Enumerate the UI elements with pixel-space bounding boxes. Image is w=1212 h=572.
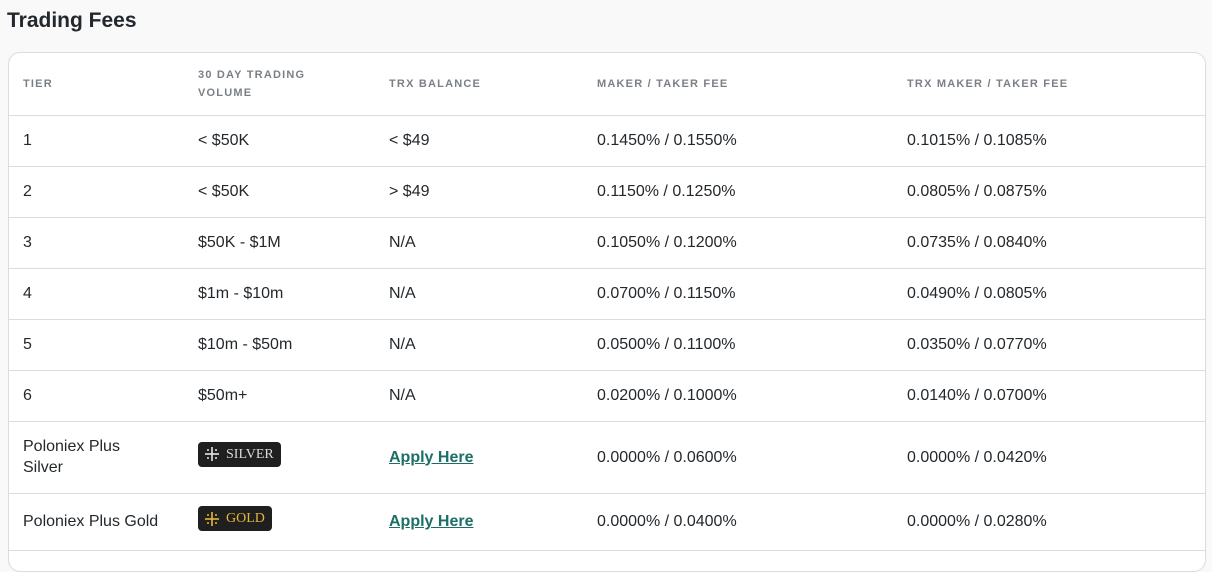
cell-trx-balance: N/A (375, 370, 583, 422)
tier-silver-label: Poloniex Plus Silver (23, 438, 120, 476)
cell-tier: 3 (9, 217, 184, 269)
cell-tier: 1 (9, 115, 184, 167)
cell-volume: < $50K (184, 166, 375, 218)
sparkle-icon (204, 446, 220, 462)
cell-trx-maker-taker: 0.0350% / 0.0770% (893, 319, 1205, 371)
cell-volume: $50K - $1M (184, 217, 375, 269)
table-row: 2 < $50K > $49 0.1150% / 0.1250% 0.0805%… (9, 166, 1205, 218)
header-trx-balance: TRX BALANCE (375, 53, 583, 116)
header-volume-label: 30 DAY TRADING VOLUME (198, 68, 306, 99)
cell-trx-maker-taker: 0.0000% / 0.0280% (893, 493, 1205, 551)
cell-trx-balance: N/A (375, 217, 583, 269)
cell-volume: $1m - $10m (184, 268, 375, 320)
cell-maker-taker: 0.1450% / 0.1550% (583, 115, 893, 167)
cell-maker-taker: 0.0000% / 0.0400% (583, 493, 893, 551)
header-volume: 30 DAY TRADING VOLUME (184, 53, 375, 116)
cell-volume: GOLD (184, 493, 375, 551)
cell-trx-balance: Apply Here (375, 493, 583, 551)
apply-here-link-gold[interactable]: Apply Here (389, 513, 473, 530)
silver-badge: SILVER (198, 441, 281, 467)
cell-trx-maker-taker: 0.1015% / 0.1085% (893, 115, 1205, 167)
fees-table-card: TIER 30 DAY TRADING VOLUME TRX BALANCE M… (8, 52, 1206, 572)
cell-maker-taker: 0.0700% / 0.1150% (583, 268, 893, 320)
cell-maker-taker: 0.0500% / 0.1100% (583, 319, 893, 371)
cell-trx-maker-taker: 0.0000% / 0.0420% (893, 421, 1205, 494)
table-row: 3 $50K - $1M N/A 0.1050% / 0.1200% 0.073… (9, 217, 1205, 269)
cell-tier: 4 (9, 268, 184, 320)
table-row-gold: Poloniex Plus Gold GOLD Apply Here 0.000… (9, 493, 1205, 551)
cell-maker-taker: 0.0000% / 0.0600% (583, 421, 893, 494)
table-row: 4 $1m - $10m N/A 0.0700% / 0.1150% 0.049… (9, 268, 1205, 320)
cell-trx-balance: > $49 (375, 166, 583, 218)
table-row: 1 < $50K < $49 0.1450% / 0.1550% 0.1015%… (9, 115, 1205, 167)
cell-maker-taker: 0.1050% / 0.1200% (583, 217, 893, 269)
cell-maker-taker: 0.1150% / 0.1250% (583, 166, 893, 218)
header-trx-maker-taker: TRX MAKER / TAKER FEE (893, 53, 1205, 116)
cell-volume: $50m+ (184, 370, 375, 422)
header-maker-taker: MAKER / TAKER FEE (583, 53, 893, 116)
sparkle-icon (204, 511, 220, 527)
cell-tier: Poloniex Plus Silver (9, 421, 184, 494)
cell-trx-maker-taker: 0.0140% / 0.0700% (893, 370, 1205, 422)
cell-trx-maker-taker: 0.0490% / 0.0805% (893, 268, 1205, 320)
header-tier: TIER (9, 53, 184, 116)
silver-badge-label: SILVER (226, 446, 274, 462)
gold-badge: GOLD (198, 506, 272, 532)
page-title: Trading Fees (7, 9, 137, 32)
cell-trx-maker-taker: 0.0735% / 0.0840% (893, 217, 1205, 269)
cell-maker-taker: 0.0200% / 0.1000% (583, 370, 893, 422)
cell-volume: < $50K (184, 115, 375, 167)
cell-trx-balance: N/A (375, 319, 583, 371)
cell-tier: 2 (9, 166, 184, 218)
apply-here-link-silver[interactable]: Apply Here (389, 449, 473, 466)
table-row: 5 $10m - $50m N/A 0.0500% / 0.1100% 0.03… (9, 319, 1205, 371)
cell-trx-balance: N/A (375, 268, 583, 320)
cell-tier: 6 (9, 370, 184, 422)
fees-table: TIER 30 DAY TRADING VOLUME TRX BALANCE M… (9, 53, 1205, 551)
table-header-row: TIER 30 DAY TRADING VOLUME TRX BALANCE M… (9, 53, 1205, 116)
cell-tier: Poloniex Plus Gold (9, 493, 184, 551)
table-row-silver: Poloniex Plus Silver SILVER Apply Here 0… (9, 421, 1205, 494)
gold-badge-label: GOLD (226, 511, 265, 527)
table-row: 6 $50m+ N/A 0.0200% / 0.1000% 0.0140% / … (9, 370, 1205, 422)
cell-volume: SILVER (184, 421, 375, 494)
cell-trx-balance: Apply Here (375, 421, 583, 494)
cell-trx-maker-taker: 0.0805% / 0.0875% (893, 166, 1205, 218)
cell-volume: $10m - $50m (184, 319, 375, 371)
cell-tier: 5 (9, 319, 184, 371)
cell-trx-balance: < $49 (375, 115, 583, 167)
